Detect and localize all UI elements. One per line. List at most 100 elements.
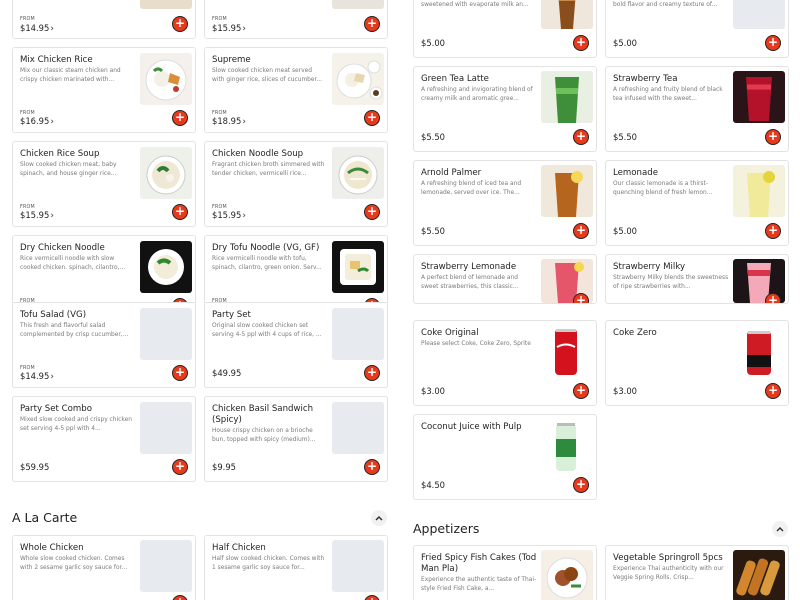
menu-item-card[interactable]: FROM $15.95› +: [204, 0, 388, 39]
add-button[interactable]: +: [765, 383, 781, 399]
item-photo: [140, 241, 192, 293]
image-placeholder: [140, 402, 192, 454]
add-button[interactable]: +: [172, 110, 188, 126]
item-title: Party Set: [212, 310, 251, 320]
item-photo: [332, 53, 384, 105]
chevron-up-icon: [776, 526, 784, 532]
add-button[interactable]: +: [573, 293, 589, 303]
add-button[interactable]: +: [364, 16, 380, 32]
menu-item-card[interactable]: Chicken Basil Sandwich (Spicy) House cri…: [204, 396, 388, 482]
item-description: Half slow cooked chicken. Comes with 1 s…: [212, 556, 325, 571]
menu-item-card[interactable]: Arnold Palmer A refreshing blend of iced…: [413, 160, 597, 246]
menu-item-card[interactable]: Mix Chicken Rice Mix our classic steam c…: [12, 47, 196, 133]
menu-item-card[interactable]: Lemonade Our classic lemonade is a thirs…: [605, 160, 789, 246]
menu-item-card[interactable]: Coconut Juice with Pulp $4.50 +: [413, 414, 597, 500]
item-price: $59.95: [20, 462, 50, 472]
item-photo: [733, 550, 785, 600]
add-button[interactable]: +: [172, 16, 188, 32]
add-button[interactable]: +: [573, 477, 589, 493]
menu-item-card[interactable]: Dry Tofu Noodle (VG, GF) Rice vermicelli…: [204, 235, 388, 305]
item-photo: [541, 325, 593, 377]
item-price: $4.50: [421, 480, 445, 490]
item-description: Experience Thai authenticity with our Ve…: [613, 566, 724, 581]
item-price: $15.95›: [212, 210, 246, 221]
add-button[interactable]: +: [765, 129, 781, 145]
image-placeholder: [332, 308, 384, 360]
item-description: A perfect blend of lemonade and sweet st…: [421, 275, 519, 290]
item-photo: [140, 53, 192, 105]
menu-item-card[interactable]: Supreme Slow cooked chicken meat served …: [204, 47, 388, 133]
add-button[interactable]: +: [172, 459, 188, 475]
menu-item-card[interactable]: Coke Original Please select Coke, Coke Z…: [413, 320, 597, 406]
item-description: A refreshing and fruity blend of black t…: [613, 87, 723, 102]
chevron-right-icon: ›: [242, 24, 246, 34]
item-price: $18.95›: [212, 116, 246, 127]
image-placeholder: [733, 0, 785, 29]
menu-item-card[interactable]: FROM $14.95› +: [12, 0, 196, 39]
image-placeholder: [332, 540, 384, 592]
item-price: $5.50: [613, 132, 637, 142]
menu-item-card[interactable]: Tofu Salad (VG) This fresh and flavorful…: [12, 302, 196, 388]
item-description: Whole slow cooked chicken. Comes with 2 …: [20, 556, 128, 571]
item-title: Tofu Salad (VG): [20, 310, 87, 320]
item-photo: [733, 325, 785, 377]
menu-item-card[interactable]: Strawberry Milky Strawberry Milky blends…: [605, 254, 789, 304]
image-placeholder: [140, 540, 192, 592]
add-button[interactable]: +: [765, 293, 781, 303]
menu-item-card[interactable]: Coke Zero $3.00 +: [605, 320, 789, 406]
menu-item-card[interactable]: Chicken Noodle Soup Fragrant chicken bro…: [204, 141, 388, 227]
menu-item-card[interactable]: Vegetable Springroll 5pcs Experience Tha…: [605, 545, 789, 600]
add-button[interactable]: +: [364, 365, 380, 381]
item-title: Coke Zero: [613, 328, 657, 338]
menu-item-card[interactable]: Strawberry Tea A refreshing and fruity b…: [605, 66, 789, 152]
item-title: Chicken Noodle Soup: [212, 149, 304, 159]
menu-item-card[interactable]: Dry Chicken Noodle Rice vermicelli noodl…: [12, 235, 196, 305]
collapse-section-button[interactable]: [772, 521, 788, 537]
item-description: Please select Coke, Coke Zero, Sprite: [421, 341, 531, 347]
item-title: Green Tea Latte: [421, 74, 489, 84]
image-placeholder: [140, 308, 192, 360]
menu-item-card[interactable]: Strawberry Lemonade A perfect blend of l…: [413, 254, 597, 304]
item-description: Our classic lemonade is a thirst-quenchi…: [613, 181, 713, 196]
add-button[interactable]: +: [364, 595, 380, 600]
menu-item-card[interactable]: Party Set Original slow cooked chicken s…: [204, 302, 388, 388]
item-title: Whole Chicken: [20, 543, 84, 553]
item-description: Strawberry Milky blends the sweetness of…: [613, 275, 729, 290]
item-title: Lemonade: [613, 168, 659, 178]
add-button[interactable]: +: [573, 223, 589, 239]
chevron-right-icon: ›: [242, 211, 246, 221]
item-description: Mixed slow cooked and crispy chicken set…: [20, 417, 132, 432]
add-button[interactable]: +: [172, 365, 188, 381]
add-button[interactable]: +: [573, 129, 589, 145]
add-button[interactable]: +: [364, 459, 380, 475]
menu-item-card[interactable]: bold flavor and creamy texture of... $5.…: [605, 0, 789, 58]
item-description: Experience the authentic taste of Thai-s…: [421, 577, 537, 592]
add-button[interactable]: +: [573, 383, 589, 399]
item-price: $3.00: [613, 386, 637, 396]
menu-item-card[interactable]: sweetened with evaporate milk an... $5.0…: [413, 0, 597, 58]
item-description: bold flavor and creamy texture of...: [613, 2, 718, 8]
item-photo: [140, 0, 192, 9]
item-price: $5.00: [613, 226, 637, 236]
menu-item-card[interactable]: Half Chicken Half slow cooked chicken. C…: [204, 535, 388, 600]
collapse-section-button[interactable]: [371, 510, 387, 526]
item-price: $16.95›: [20, 116, 54, 127]
add-button[interactable]: +: [172, 204, 188, 220]
add-button[interactable]: +: [364, 204, 380, 220]
add-button[interactable]: +: [765, 35, 781, 51]
chevron-right-icon: ›: [50, 24, 54, 34]
chevron-right-icon: ›: [242, 117, 246, 127]
menu-item-card[interactable]: Whole Chicken Whole slow cooked chicken.…: [12, 535, 196, 600]
add-button[interactable]: +: [364, 110, 380, 126]
item-title: Strawberry Milky: [613, 262, 686, 272]
menu-item-card[interactable]: Chicken Rice Soup Slow cooked chicken me…: [12, 141, 196, 227]
add-button[interactable]: +: [573, 35, 589, 51]
from-label: FROM: [20, 17, 35, 22]
add-button[interactable]: +: [172, 595, 188, 600]
item-description: A refreshing and invigorating blend of c…: [421, 87, 533, 102]
add-button[interactable]: +: [765, 223, 781, 239]
menu-item-card[interactable]: Fried Spicy Fish Cakes (Tod Man Pla) Exp…: [413, 545, 597, 600]
menu-item-card[interactable]: Party Set Combo Mixed slow cooked and cr…: [12, 396, 196, 482]
item-photo: [541, 0, 593, 29]
menu-item-card[interactable]: Green Tea Latte A refreshing and invigor…: [413, 66, 597, 152]
